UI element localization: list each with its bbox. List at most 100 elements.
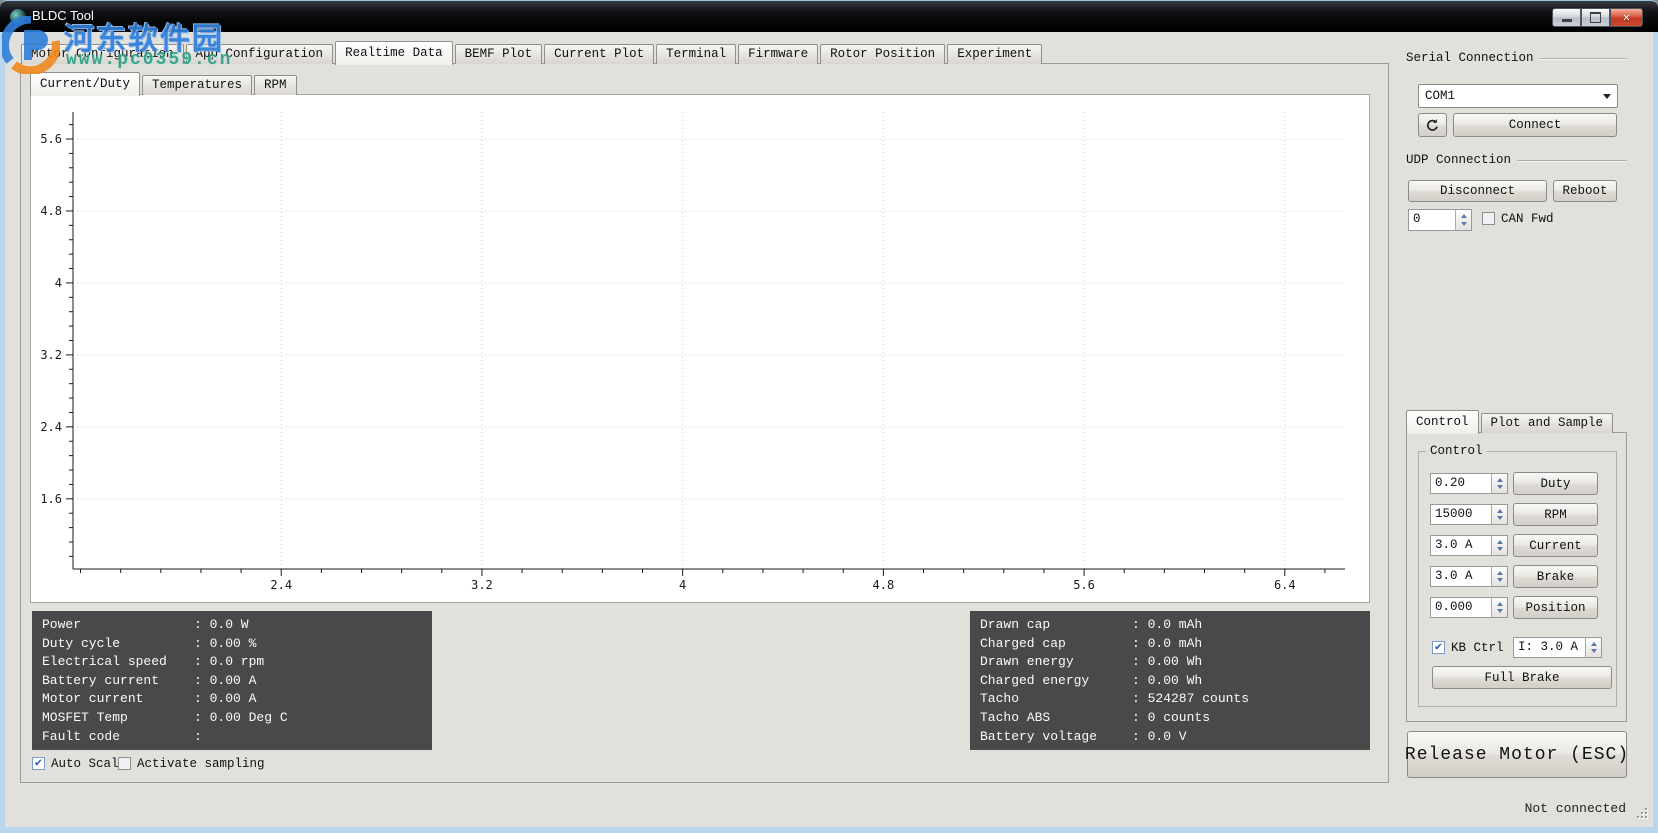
- telemetry-row: Drawn cap: 0.0 mAh: [980, 616, 1370, 635]
- duty-value-spinner[interactable]: 0.20: [1430, 473, 1508, 494]
- connect-button[interactable]: Connect: [1453, 113, 1617, 137]
- tab-motor-configuration[interactable]: Motor Configuration: [21, 44, 184, 64]
- svg-text:2.4: 2.4: [270, 578, 292, 592]
- rpm-value-spinner[interactable]: 15000: [1430, 504, 1508, 525]
- window-title: BLDC Tool: [32, 8, 94, 23]
- telemetry-value: : 0 counts: [1132, 709, 1211, 725]
- spinner-down-icon[interactable]: [1496, 578, 1503, 583]
- brake-value-spinner[interactable]: 3.0 A: [1430, 566, 1508, 587]
- kb-current-value: I: 3.0 A: [1518, 640, 1579, 654]
- close-button[interactable]: ✕: [1610, 8, 1643, 27]
- minimize-button[interactable]: [1552, 8, 1581, 27]
- telemetry-row: MOSFET Temp: 0.00 Deg C: [42, 709, 432, 728]
- kb-ctrl-checkbox[interactable]: ✔: [1432, 640, 1445, 654]
- spinner-value: 15000: [1435, 507, 1473, 521]
- brake-button[interactable]: Brake: [1513, 565, 1598, 588]
- spinner-down-icon[interactable]: [1496, 516, 1503, 521]
- subtab-current-duty[interactable]: Current/Duty: [30, 72, 141, 96]
- maximize-button[interactable]: [1581, 8, 1610, 27]
- telemetry-label: Charged energy: [980, 672, 1090, 688]
- telemetry-row: Motor current: 0.00 A: [42, 690, 432, 709]
- activate-sampling-label: Activate sampling: [137, 757, 265, 771]
- tab-realtime-data[interactable]: Realtime Data: [335, 41, 453, 65]
- telemetry-value: : 0.0 mAh: [1132, 635, 1203, 651]
- spinner-up-icon[interactable]: [1496, 601, 1503, 606]
- tab-firmware[interactable]: Firmware: [738, 44, 819, 64]
- spinner-down-icon[interactable]: [1496, 547, 1503, 552]
- controltab-plot-and-sample[interactable]: Plot and Sample: [1480, 413, 1614, 433]
- spinner-arrows[interactable]: [1491, 598, 1507, 617]
- spinner-down-icon[interactable]: [1460, 222, 1467, 226]
- udp-connection-group: UDP Connection: [1406, 153, 1627, 167]
- spinner-down-icon[interactable]: [1496, 609, 1503, 614]
- refresh-icon: [1427, 118, 1438, 131]
- resize-grip[interactable]: [1637, 808, 1647, 818]
- spinner-up-icon[interactable]: [1496, 539, 1503, 544]
- tab-bemf-plot[interactable]: BEMF Plot: [454, 44, 543, 64]
- spinner-down-icon[interactable]: [1590, 649, 1597, 654]
- svg-text:1.6: 1.6: [40, 492, 62, 506]
- tab-terminal[interactable]: Terminal: [656, 44, 737, 64]
- app-icon: [10, 9, 26, 25]
- tab-experiment[interactable]: Experiment: [947, 44, 1043, 64]
- spinner-up-icon[interactable]: [1496, 477, 1503, 482]
- current-value-spinner[interactable]: 3.0 A: [1430, 535, 1508, 556]
- telemetry-row: Charged energy: 0.00 Wh: [980, 672, 1370, 691]
- position-value-spinner[interactable]: 0.000: [1430, 597, 1508, 618]
- spinner-up-icon[interactable]: [1496, 570, 1503, 575]
- spinner-arrows[interactable]: [1491, 505, 1507, 524]
- spinner-up-icon[interactable]: [1496, 508, 1503, 513]
- spinner-value: 0.20: [1435, 476, 1466, 490]
- can-id-spinner[interactable]: 0: [1408, 209, 1472, 231]
- duty-button[interactable]: Duty: [1513, 472, 1598, 495]
- release-motor-button[interactable]: Release Motor (ESC): [1405, 731, 1628, 778]
- position-button[interactable]: Position: [1513, 596, 1598, 619]
- svg-text:5.6: 5.6: [1073, 578, 1095, 592]
- chevron-down-icon: [1603, 93, 1611, 99]
- telemetry-panel-right: Drawn cap: 0.0 mAh Charged cap: 0.0 mAh Dr…: [970, 611, 1370, 750]
- activate-sampling-checkbox[interactable]: ✔: [118, 757, 131, 770]
- spinner-arrows[interactable]: [1585, 638, 1601, 657]
- svg-text:4.8: 4.8: [873, 578, 895, 592]
- refresh-ports-button[interactable]: [1418, 113, 1447, 137]
- spinner-arrows[interactable]: [1491, 474, 1507, 493]
- tab-current-plot[interactable]: Current Plot: [544, 44, 655, 64]
- serial-port-select[interactable]: COM1: [1418, 84, 1618, 108]
- telemetry-row: Battery voltage: 0.0 V: [980, 728, 1370, 747]
- controltab-control[interactable]: Control: [1406, 410, 1479, 434]
- subtab-rpm[interactable]: RPM: [254, 75, 297, 95]
- status-bar-text: Not connected: [1524, 801, 1626, 816]
- title-bar: BLDC Tool ✕: [0, 0, 1658, 32]
- tab-rotor-position[interactable]: Rotor Position: [820, 44, 946, 64]
- telemetry-panel-left: Power: 0.0 W Duty cycle: 0.00 % Electrical…: [32, 611, 432, 750]
- svg-text:3.2: 3.2: [471, 578, 493, 592]
- full-brake-button[interactable]: Full Brake: [1432, 666, 1612, 689]
- control-row: 0.20 Duty: [1430, 472, 1605, 495]
- telemetry-value: : 0.0 W: [194, 617, 249, 632]
- kb-current-spinner[interactable]: I: 3.0 A: [1513, 637, 1602, 658]
- telemetry-value: : 0.00 Deg C: [194, 709, 288, 725]
- rpm-button[interactable]: RPM: [1513, 503, 1598, 526]
- telemetry-row: Power: 0.0 W: [42, 616, 432, 635]
- spinner-up-icon[interactable]: [1460, 214, 1467, 218]
- svg-text:6.4: 6.4: [1274, 578, 1296, 592]
- tab-app-configuration[interactable]: App Configuration: [185, 44, 334, 64]
- spinner-down-icon[interactable]: [1496, 485, 1503, 490]
- can-fwd-checkbox[interactable]: ✔: [1482, 212, 1495, 225]
- control-row: 0.000 Position: [1430, 596, 1605, 619]
- telemetry-value: :: [194, 728, 210, 744]
- spinner-up-icon[interactable]: [1590, 641, 1597, 646]
- reboot-button[interactable]: Reboot: [1553, 180, 1617, 202]
- udp-connection-title: UDP Connection: [1406, 153, 1512, 167]
- serial-connection-title: Serial Connection: [1406, 51, 1534, 65]
- spinner-arrows[interactable]: [1455, 210, 1471, 230]
- telemetry-value: : 0.00 Wh: [1132, 654, 1203, 670]
- spinner-arrows[interactable]: [1491, 536, 1507, 555]
- telemetry-label: Battery current: [42, 672, 160, 688]
- auto-scale-checkbox[interactable]: ✔: [32, 756, 45, 770]
- disconnect-button[interactable]: Disconnect: [1408, 180, 1547, 202]
- spinner-arrows[interactable]: [1491, 567, 1507, 586]
- control-rows: 0.20 Duty 15000 RPM 3.0 A Current 3.0 A Brake 0.…: [1430, 472, 1605, 628]
- subtab-temperatures[interactable]: Temperatures: [142, 75, 253, 95]
- current-button[interactable]: Current: [1513, 534, 1598, 557]
